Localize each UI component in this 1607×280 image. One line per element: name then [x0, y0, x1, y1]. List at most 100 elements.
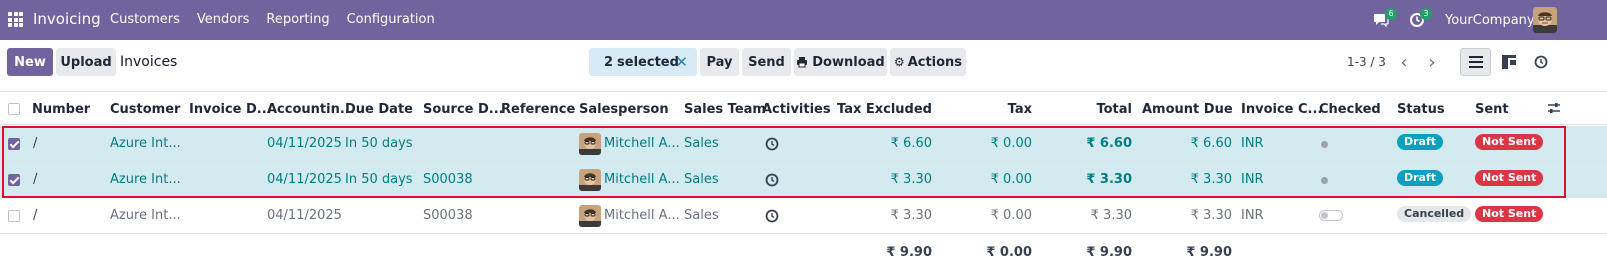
list-view-icon[interactable]: [1460, 48, 1491, 76]
cell-currency: INR: [1241, 208, 1264, 223]
col-salesperson[interactable]: Salesperson: [579, 102, 669, 117]
cell-source-document: S00038: [423, 208, 473, 223]
cell-customer[interactable]: Azure Int...: [110, 208, 181, 223]
user-avatar[interactable]: [1533, 7, 1557, 33]
cell-currency: INR: [1241, 136, 1264, 151]
download-label: Download: [812, 54, 885, 70]
sent-badge: Not Sent: [1475, 206, 1544, 222]
cell-currency: INR: [1241, 172, 1264, 187]
col-tax-excluded[interactable]: Tax Excluded: [832, 102, 932, 117]
breadcrumb-invoices: Invoices: [120, 54, 178, 70]
menu-reporting[interactable]: Reporting: [259, 12, 336, 27]
salesperson-avatar[interactable]: [579, 169, 601, 191]
col-invoice-date[interactable]: Invoice D...: [189, 102, 272, 117]
activity-clock-icon[interactable]: [765, 173, 779, 187]
table-row[interactable]: / Azure Int... 04/11/2025 In 50 days Mit…: [0, 126, 1607, 162]
gear-icon: ⚙: [893, 55, 905, 69]
upload-button[interactable]: Upload: [56, 48, 116, 76]
menu-customers[interactable]: Customers: [103, 12, 187, 27]
pager-previous-icon[interactable]: ‹: [1391, 48, 1417, 76]
cell-accounting-date: 04/11/2025: [267, 172, 342, 187]
send-button[interactable]: Send: [742, 48, 791, 76]
salesperson-avatar[interactable]: [579, 205, 601, 227]
sent-badge: Not Sent: [1475, 134, 1544, 150]
total-amount-due: ₹ 9.90: [1186, 245, 1232, 260]
col-source-document[interactable]: Source D...: [423, 102, 504, 117]
pager-value[interactable]: 1-3 / 3: [1347, 55, 1386, 69]
col-invoice-currency[interactable]: Invoice C...: [1241, 102, 1322, 117]
pager-next-icon[interactable]: ›: [1419, 48, 1445, 76]
cell-customer[interactable]: Azure Int...: [110, 172, 181, 187]
kanban-view-icon[interactable]: [1493, 48, 1524, 76]
totals-row: ₹ 9.90 ₹ 0.00 ₹ 9.90 ₹ 9.90: [0, 234, 1607, 270]
cell-tax-excluded: ₹ 6.60: [890, 136, 932, 151]
cell-salesperson[interactable]: Mitchell A...: [604, 208, 680, 223]
menu-vendors[interactable]: Vendors: [190, 12, 256, 27]
col-customer[interactable]: Customer: [110, 102, 180, 117]
menu-configuration[interactable]: Configuration: [340, 12, 442, 27]
row-checkbox[interactable]: [8, 138, 20, 150]
unselect-all-icon[interactable]: ✕: [675, 53, 688, 71]
cell-accounting-date: 04/11/2025: [267, 208, 342, 223]
cell-salesperson[interactable]: Mitchell A...: [604, 172, 680, 187]
selected-count: 2: [604, 54, 614, 70]
col-tax[interactable]: Tax: [952, 102, 1032, 117]
cell-sales-team: Sales: [684, 172, 719, 187]
actions-button[interactable]: ⚙ Actions: [890, 48, 966, 76]
printer-icon: [796, 56, 808, 68]
checked-toggle[interactable]: [1319, 210, 1343, 221]
cell-accounting-date: 04/11/2025: [267, 136, 342, 151]
cell-tax-excluded: ₹ 3.30: [890, 172, 932, 187]
sent-badge: Not Sent: [1475, 170, 1544, 186]
table-row[interactable]: / Azure Int... 04/11/2025 In 50 days S00…: [0, 162, 1607, 198]
new-button[interactable]: New: [7, 48, 53, 76]
optional-columns-icon[interactable]: [1547, 101, 1561, 119]
col-amount-due[interactable]: Amount Due: [1142, 102, 1233, 117]
cell-salesperson[interactable]: Mitchell A...: [604, 136, 680, 151]
cell-amount-due: ₹ 6.60: [1190, 136, 1232, 151]
status-badge: Draft: [1397, 170, 1444, 186]
selected-label: selected: [617, 54, 679, 70]
col-status[interactable]: Status: [1397, 102, 1445, 117]
activity-view-icon[interactable]: [1525, 48, 1556, 76]
col-total[interactable]: Total: [1052, 102, 1132, 117]
apps-menu-icon[interactable]: [8, 12, 23, 27]
row-checkbox[interactable]: [8, 174, 20, 186]
cell-tax: ₹ 0.00: [990, 208, 1032, 223]
download-button[interactable]: Download: [794, 48, 887, 76]
main-menu: Customers Vendors Reporting Configuratio…: [103, 12, 445, 27]
select-all-checkbox[interactable]: [8, 103, 20, 115]
col-checked[interactable]: Checked: [1319, 102, 1381, 117]
cell-tax-excluded: ₹ 3.30: [890, 208, 932, 223]
status-badge: Draft: [1397, 134, 1444, 150]
cell-sales-team: Sales: [684, 136, 719, 151]
col-sales-team[interactable]: Sales Team: [684, 102, 766, 117]
col-reference[interactable]: Reference: [501, 102, 575, 117]
cell-tax: ₹ 0.00: [990, 172, 1032, 187]
messages-count-badge: 6: [1385, 8, 1397, 20]
company-switcher[interactable]: YourCompany: [1445, 13, 1535, 28]
app-name[interactable]: Invoicing: [33, 10, 101, 28]
total-tax: ₹ 0.00: [986, 245, 1032, 260]
total-tax-excluded: ₹ 9.90: [886, 245, 932, 260]
cell-total: ₹ 3.30: [1086, 172, 1132, 187]
table-row[interactable]: / Azure Int... 04/11/2025 S00038 Mitchel…: [0, 198, 1607, 234]
col-due-date[interactable]: Due Date: [345, 102, 413, 117]
cell-total: ₹ 3.30: [1090, 208, 1132, 223]
activity-clock-icon[interactable]: [765, 137, 779, 151]
col-sent[interactable]: Sent: [1475, 102, 1509, 117]
col-number[interactable]: Number: [32, 102, 90, 117]
salesperson-avatar[interactable]: [579, 133, 601, 155]
col-activities[interactable]: Activities: [762, 102, 831, 117]
cell-number: /: [33, 136, 38, 151]
cell-customer[interactable]: Azure Int...: [110, 136, 181, 151]
activities-count-badge: 3: [1420, 8, 1432, 20]
pay-button[interactable]: Pay: [700, 48, 739, 76]
activity-clock-icon[interactable]: [765, 209, 779, 223]
row-checkbox[interactable]: [8, 210, 20, 222]
col-accounting-date[interactable]: Accountin...: [267, 102, 355, 117]
cell-source-document: S00038: [423, 172, 473, 187]
checked-indicator: [1321, 141, 1328, 148]
cell-amount-due: ₹ 3.30: [1190, 208, 1232, 223]
selection-indicator: 2 selected ✕: [589, 48, 697, 76]
